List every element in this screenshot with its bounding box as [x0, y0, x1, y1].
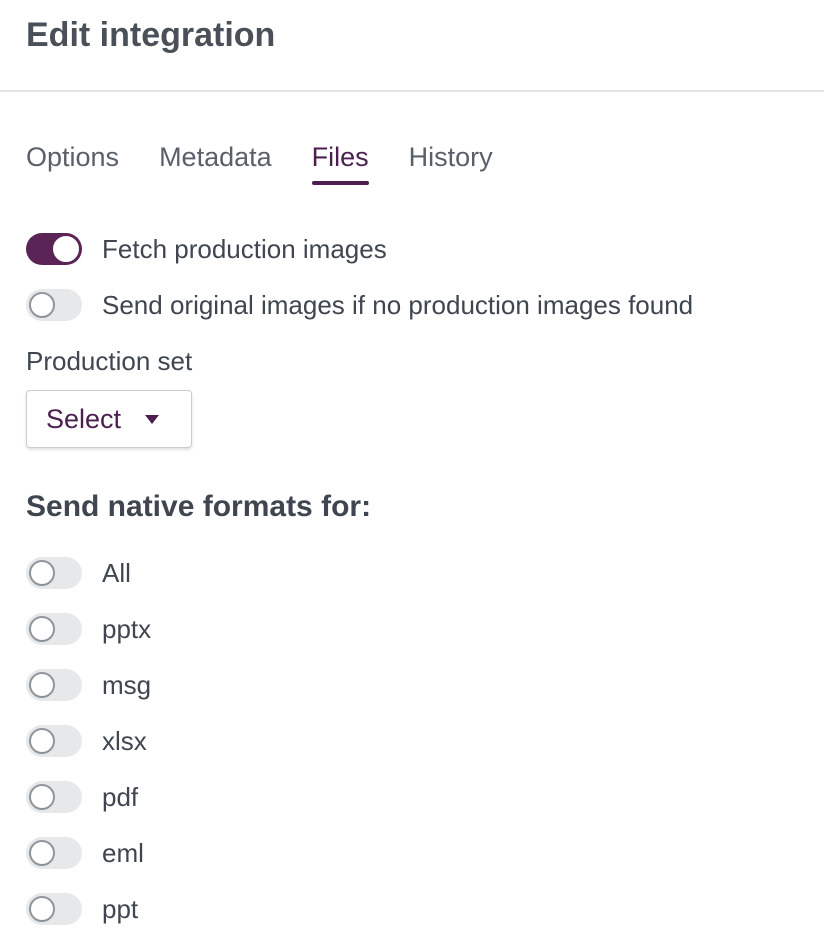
- format-row-msg: msg: [26, 669, 151, 701]
- format-row-pdf: pdf: [26, 781, 138, 813]
- format-label: ppt: [102, 893, 139, 924]
- format-row-all: All: [26, 557, 131, 589]
- format-label: pdf: [102, 781, 139, 812]
- format-toggle-ppt[interactable]: [26, 893, 82, 925]
- toggle-knob: [29, 560, 55, 586]
- format-toggle-msg[interactable]: [26, 669, 82, 701]
- format-toggle-xlsx[interactable]: [26, 725, 82, 757]
- format-row-eml: eml: [26, 837, 144, 869]
- tab-metadata[interactable]: Metadata: [159, 142, 272, 183]
- caret-down-icon: [145, 414, 160, 424]
- format-toggle-pptx[interactable]: [26, 613, 82, 645]
- production-set-label: Production set: [26, 346, 193, 376]
- tab-history[interactable]: History: [409, 142, 493, 183]
- format-label: pptx: [102, 613, 152, 644]
- format-toggle-eml[interactable]: [26, 837, 82, 869]
- format-row-ppt: ppt: [26, 893, 138, 925]
- toggle-knob: [29, 292, 55, 318]
- toggle-knob: [29, 784, 55, 810]
- production-set-select[interactable]: Select: [26, 390, 192, 448]
- format-row-pptx: pptx: [26, 613, 151, 645]
- format-label: msg: [102, 669, 152, 700]
- tab-bar: Options Metadata Files History: [26, 142, 493, 185]
- toggle-knob: [29, 840, 55, 866]
- toggle-knob: [53, 236, 79, 262]
- tab-files[interactable]: Files: [311, 142, 369, 185]
- format-label: xlsx: [102, 725, 147, 756]
- send-original-row: Send original images if no production im…: [26, 289, 693, 321]
- native-formats-title: Send native formats for:: [26, 490, 372, 523]
- format-label: All: [102, 557, 131, 588]
- format-row-xlsx: xlsx: [26, 725, 147, 757]
- format-toggle-pdf[interactable]: [26, 781, 82, 813]
- fetch-production-toggle[interactable]: [26, 233, 82, 265]
- toggle-knob: [29, 728, 55, 754]
- toggle-knob: [29, 896, 55, 922]
- select-value: Select: [46, 403, 122, 434]
- send-original-label: Send original images if no production im…: [102, 289, 694, 320]
- format-toggle-all[interactable]: [26, 557, 82, 589]
- toggle-knob: [29, 672, 55, 698]
- toggle-knob: [29, 616, 55, 642]
- fetch-production-row: Fetch production images: [26, 233, 387, 265]
- send-original-toggle[interactable]: [26, 289, 82, 321]
- tab-options[interactable]: Options: [26, 142, 119, 183]
- header: Edit integration: [0, 0, 824, 92]
- page-title: Edit integration: [26, 16, 276, 54]
- fetch-production-label: Fetch production images: [102, 233, 387, 264]
- format-label: eml: [102, 837, 144, 868]
